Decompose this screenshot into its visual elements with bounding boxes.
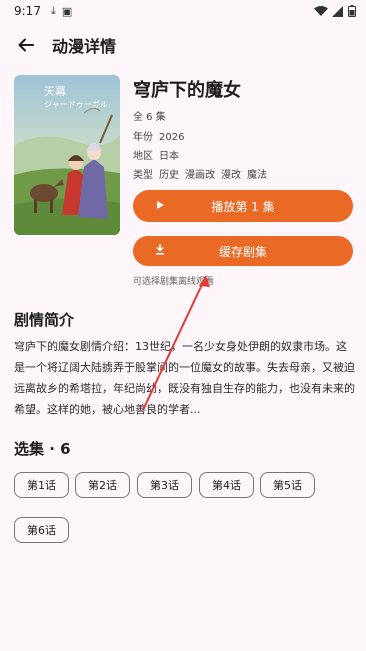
genre-row: 类型 历史 漫画改 漫改 魔法 [133, 166, 267, 181]
region-row: 地区 日本 [133, 147, 179, 162]
synopsis-title: 剧情简介 [14, 311, 75, 329]
play-icon [155, 199, 165, 213]
download-icon [155, 244, 165, 258]
status-time: 9:17 [14, 4, 41, 18]
svg-text:ジャードゥーガル: ジャードゥーガル [44, 99, 108, 109]
year-value: 2026 [159, 132, 185, 143]
episodes-section-title: 选集 · 6 [14, 440, 71, 458]
play-button-label: 播放第 1 集 [211, 199, 275, 214]
status-bar: 9:17 ⤓ ▣ [0, 0, 366, 22]
cache-hint: 可选择剧集离线观看 [133, 277, 215, 287]
genre-tag: 魔法 [247, 170, 267, 181]
episode-chip-1[interactable]: 第1话 [14, 472, 69, 498]
genre-label: 类型 [133, 170, 153, 181]
page-title: 动漫详情 [52, 37, 117, 56]
genre-tag: 历史 [159, 170, 179, 181]
episode-chip-5[interactable]: 第5话 [260, 472, 315, 498]
genre-tag: 漫画改 [185, 170, 215, 181]
episode-count: 全 6 集 [133, 112, 166, 123]
cache-episodes-button[interactable]: 缓存剧集 [133, 236, 353, 266]
back-button[interactable] [14, 33, 38, 57]
cover-image: 天幕 ジャードゥーガル [14, 75, 120, 235]
anime-title: 穹庐下的魔女 [133, 80, 241, 101]
region-label: 地区 [133, 151, 153, 162]
battery-icon [348, 5, 356, 17]
cache-button-label: 缓存剧集 [218, 244, 267, 259]
episode-chip-4[interactable]: 第4话 [199, 472, 254, 498]
app-notification-icon: ▣ [61, 4, 73, 18]
episode-chip-6[interactable]: 第6话 [14, 517, 69, 543]
app-bar: 动漫详情 [0, 28, 366, 62]
wifi-icon [314, 5, 328, 16]
play-button[interactable]: 播放第 1 集 [133, 190, 353, 222]
year-row: 年份 2026 [133, 128, 184, 143]
genre-tag: 漫改 [221, 170, 241, 181]
synopsis-text: 穹庐下的魔女剧情介绍：13世纪，一名少女身处伊朗的奴隶市场。这是一个将辽阔大陆掳… [14, 340, 355, 416]
episode-chip-2[interactable]: 第2话 [75, 472, 130, 498]
year-label: 年份 [133, 132, 153, 143]
svg-text:天幕: 天幕 [44, 84, 66, 98]
download-icon: ⤓ [50, 4, 56, 17]
signal-icon [332, 5, 343, 17]
episode-chip-3[interactable]: 第3话 [137, 472, 192, 498]
region-value: 日本 [159, 151, 179, 162]
arrow-back-icon [18, 38, 34, 52]
